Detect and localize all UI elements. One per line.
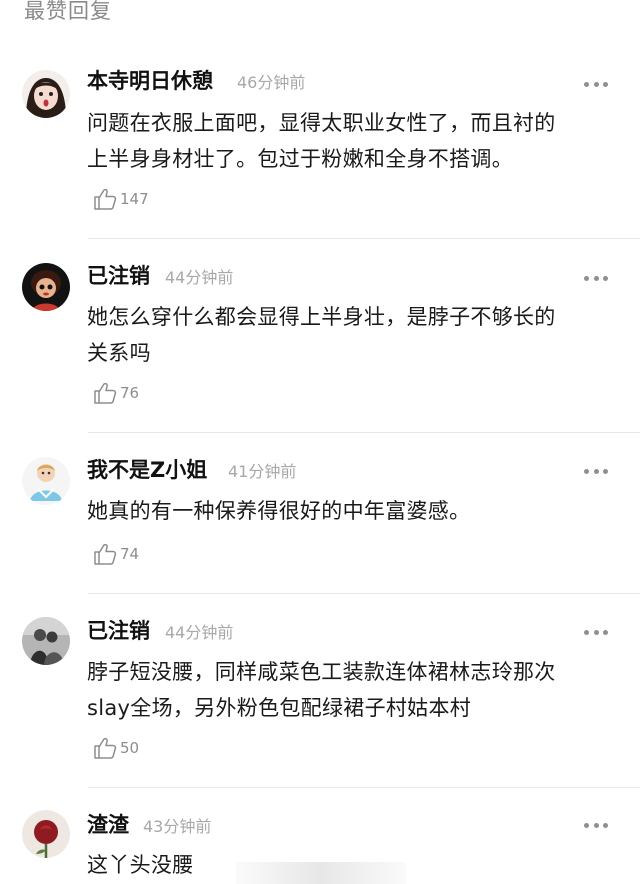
divider [88, 593, 640, 594]
like-button[interactable]: 50 [92, 735, 139, 761]
more-button[interactable] [584, 821, 608, 829]
more-button[interactable] [584, 628, 608, 636]
thumbs-up-icon [94, 543, 117, 565]
more-button[interactable] [584, 467, 608, 475]
comment-text: 她怎么穿什么都会显得上半身壮，是脖子不够长的 关系吗 [87, 305, 556, 365]
watermark-smudge [236, 862, 406, 884]
more-dots-icon [584, 629, 589, 635]
more-button[interactable] [584, 80, 608, 88]
thumbs-up-icon [94, 188, 117, 210]
comment-time: 41分钟前 [228, 462, 297, 481]
username[interactable]: 渣渣 [87, 811, 129, 839]
like-button[interactable]: 147 [92, 186, 149, 212]
divider [88, 787, 640, 788]
avatar[interactable] [22, 457, 70, 505]
username[interactable]: 本寺明日休憩 [87, 67, 213, 95]
divider [88, 238, 640, 239]
doll-avatar-icon [22, 263, 70, 311]
thumbs-up-icon [94, 382, 117, 404]
like-count: 76 [120, 384, 140, 402]
avatar[interactable] [22, 617, 70, 665]
more-button[interactable] [584, 274, 608, 282]
thumbs-up-icon [94, 737, 117, 759]
username[interactable]: 已注销 [87, 262, 150, 290]
comment-text: 她真的有一种保养得很好的中年富婆感。 [87, 499, 471, 523]
username[interactable]: 已注销 [87, 617, 150, 645]
avatar[interactable] [22, 810, 70, 858]
more-dots-icon [584, 275, 589, 281]
divider [88, 432, 640, 433]
comment-time: 44分钟前 [165, 623, 234, 642]
comment-text: 脖子短没腰，同样咸菜色工装款连体裙林志玲那次 slay全场，另外粉色包配绿裙子村… [87, 660, 556, 720]
more-dots-icon [584, 81, 589, 87]
avatar[interactable] [22, 263, 70, 311]
like-count: 74 [120, 545, 140, 563]
comment-time: 44分钟前 [165, 268, 234, 287]
rose-avatar-icon [22, 810, 70, 858]
like-count: 50 [120, 739, 140, 757]
like-button[interactable]: 76 [92, 380, 139, 406]
like-count: 147 [120, 190, 149, 208]
more-dots-icon [584, 822, 589, 828]
like-button[interactable]: 74 [92, 541, 139, 567]
avatar[interactable] [22, 70, 70, 118]
comment-text: 问题在衣服上面吧，显得太职业女性了，而且衬的 上半身身材壮了。包过于粉嫩和全身不… [87, 111, 556, 171]
couple-photo-avatar-icon [22, 617, 70, 665]
cartoon-girl-avatar-icon [22, 457, 70, 505]
username[interactable]: 我不是Z小姐 [87, 456, 207, 484]
comment-time: 46分钟前 [237, 73, 306, 92]
comment-time: 43分钟前 [143, 817, 212, 836]
girl-face-avatar-icon [22, 70, 70, 118]
more-dots-icon [584, 468, 589, 474]
section-title: 最赞回复 [24, 0, 112, 23]
